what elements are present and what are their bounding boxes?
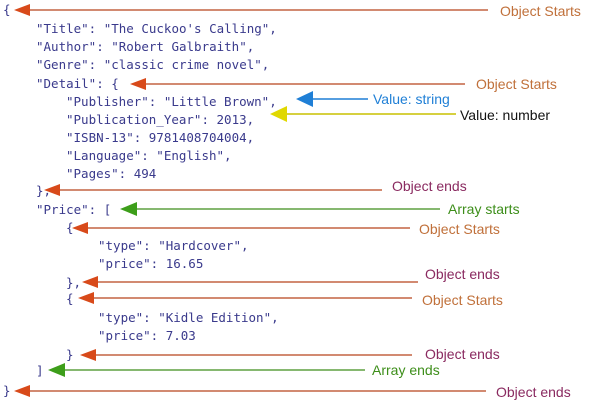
label-object-ends-3: Object ends	[425, 346, 500, 362]
label-array-ends: Array ends	[372, 362, 440, 378]
label-object-ends-2: Object ends	[425, 266, 500, 282]
code-line-kindle-close: }	[66, 347, 74, 362]
label-value-string: Value: string	[373, 91, 450, 107]
code-line-publication-year: "Publication_Year": 2013,	[66, 112, 255, 127]
code-line-kindle-price: "price": 7.03	[98, 328, 196, 343]
arrowhead-object-ends-2	[82, 276, 98, 288]
arrowhead-object-starts-1	[14, 4, 30, 16]
code-line-author: "Author": "Robert Galbraith",	[36, 39, 255, 54]
label-object-ends-1: Object ends	[392, 178, 467, 194]
arrowhead-object-starts-3	[72, 222, 88, 234]
code-line-close-root: }	[3, 383, 11, 398]
code-line-isbn: "ISBN-13": 9781408704004,	[66, 130, 255, 145]
label-object-starts-4: Object Starts	[422, 292, 503, 308]
arrowhead-array-ends	[48, 363, 65, 377]
code-line-hardcover-open: {	[66, 220, 74, 235]
label-object-ends-4: Object ends	[496, 384, 571, 400]
label-array-starts: Array starts	[448, 201, 520, 217]
code-line-hardcover-price: "price": 16.65	[98, 256, 204, 271]
label-object-starts-3: Object Starts	[419, 221, 500, 237]
code-line-price-close: ]	[36, 363, 44, 378]
code-line-kindle-type: "type": "Kidle Edition",	[98, 310, 279, 325]
code-line-open-root: {	[3, 2, 11, 17]
code-line-detail-open: "Detail": {	[36, 76, 119, 91]
arrowhead-object-ends-3	[80, 349, 96, 361]
code-line-kindle-open: {	[66, 291, 74, 306]
arrowhead-value-string	[296, 91, 313, 107]
code-line-hardcover-close: },	[66, 275, 82, 290]
code-line-hardcover-type: "type": "Hardcover",	[98, 238, 249, 253]
arrowhead-object-starts-2	[130, 78, 146, 90]
code-line-publisher: "Publisher": "Little Brown",	[66, 94, 277, 109]
code-line-title: "Title": "The Cuckoo's Calling",	[36, 21, 277, 36]
label-value-number: Value: number	[460, 107, 551, 123]
code-line-detail-close: },	[36, 183, 52, 198]
code-line-pages: "Pages": 494	[66, 166, 157, 181]
code-line-price-open: "Price": [	[36, 202, 112, 217]
arrowhead-array-starts	[120, 202, 137, 216]
label-object-starts-1: Object Starts	[500, 3, 581, 19]
arrowhead-object-ends-4	[14, 385, 30, 397]
arrowhead-object-starts-4	[78, 292, 94, 304]
code-line-genre: "Genre": "classic crime novel",	[36, 57, 270, 72]
code-line-language: "Language": "English",	[66, 148, 232, 163]
label-object-starts-2: Object Starts	[476, 76, 557, 92]
